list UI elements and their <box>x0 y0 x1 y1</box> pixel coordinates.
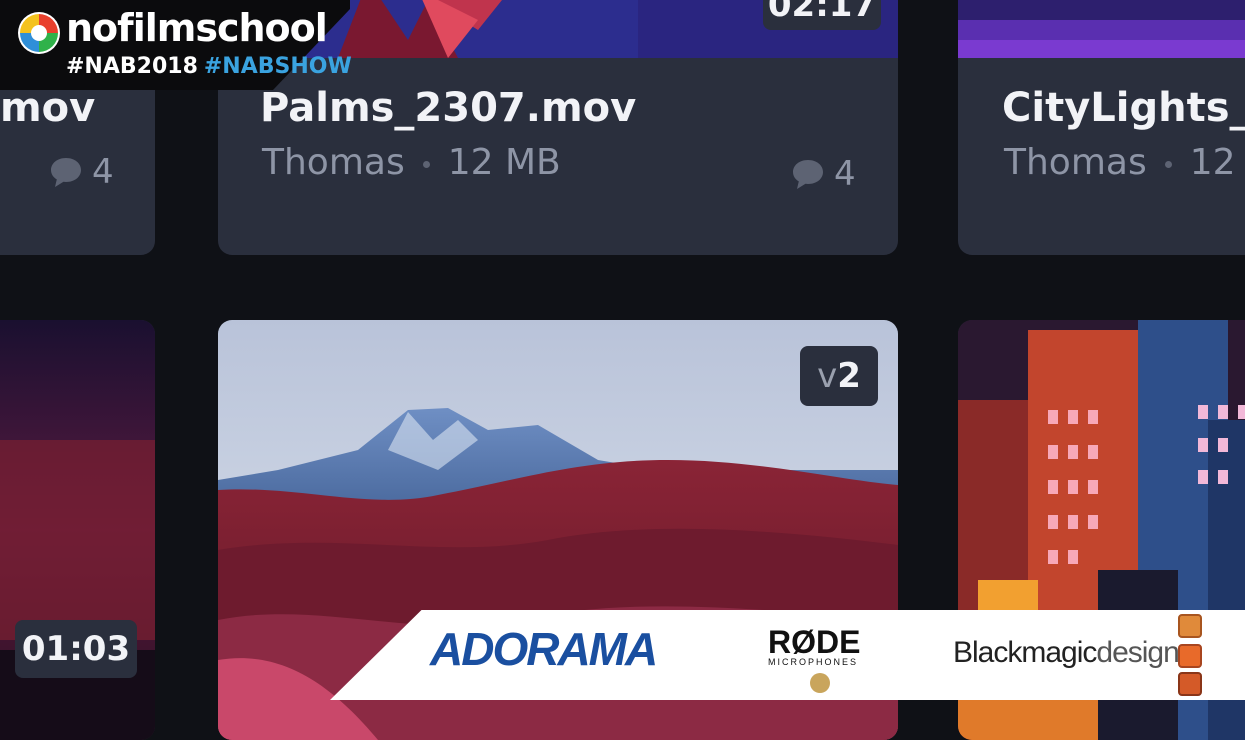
author: Thomas <box>262 142 405 183</box>
card-title: CityLights_4 <box>1002 85 1245 131</box>
comment-count[interactable]: 4 <box>48 152 114 192</box>
thumbnail <box>958 0 1245 58</box>
separator-dot <box>422 160 430 168</box>
duration-badge: 02:17 <box>763 0 881 30</box>
file-size: 12 <box>1189 142 1236 183</box>
version-badge: v2 <box>800 346 878 406</box>
blackmagic-square-icon <box>1178 644 1202 668</box>
author: Thomas <box>1004 142 1147 183</box>
comment-icon <box>51 158 81 187</box>
blackmagic-logo: Blackmagicdesign <box>953 636 1180 670</box>
file-size: 12 MB <box>447 142 561 183</box>
card-meta: Thomas 12 <box>1004 142 1236 183</box>
video-card-left-bottom[interactable]: 01:03 <box>0 320 155 740</box>
blackmagic-square-icon <box>1178 614 1202 638</box>
version-prefix: v <box>817 356 838 396</box>
hashtags: #NAB2018 #NABSHOW <box>66 54 352 79</box>
blackmagic-square-icon <box>1178 672 1202 696</box>
color-wheel-icon <box>18 12 60 54</box>
version-number: 2 <box>837 356 861 396</box>
blackmagic-text: Blackmagic <box>953 636 1097 669</box>
card-title: Palms_2307.mov <box>260 85 637 131</box>
brand-name: nofilmschool <box>66 6 328 50</box>
comment-count[interactable]: 4 <box>790 154 856 194</box>
hashtag-nabshow: #NABSHOW <box>203 54 352 79</box>
comment-icon <box>793 160 823 189</box>
rode-subtitle: MICROPHONES <box>768 657 859 667</box>
card-meta: Thomas 12 MB <box>262 142 561 183</box>
comment-count-label: 4 <box>834 154 856 194</box>
citylights-thumbnail <box>958 0 1245 58</box>
hashtag-nab2018: #NAB2018 <box>66 54 198 79</box>
rode-dot-icon <box>810 673 830 693</box>
comment-count-label: 4 <box>92 152 114 192</box>
rode-logo: RØDE <box>768 624 861 660</box>
separator-dot <box>1164 160 1172 168</box>
design-text: design <box>1096 636 1179 669</box>
adorama-logo: ADORAMA <box>430 623 658 675</box>
duration-badge: 01:03 <box>15 620 137 678</box>
card-title: mov <box>0 85 96 131</box>
video-card-citylights[interactable]: CityLights_4 Thomas 12 <box>958 0 1245 255</box>
